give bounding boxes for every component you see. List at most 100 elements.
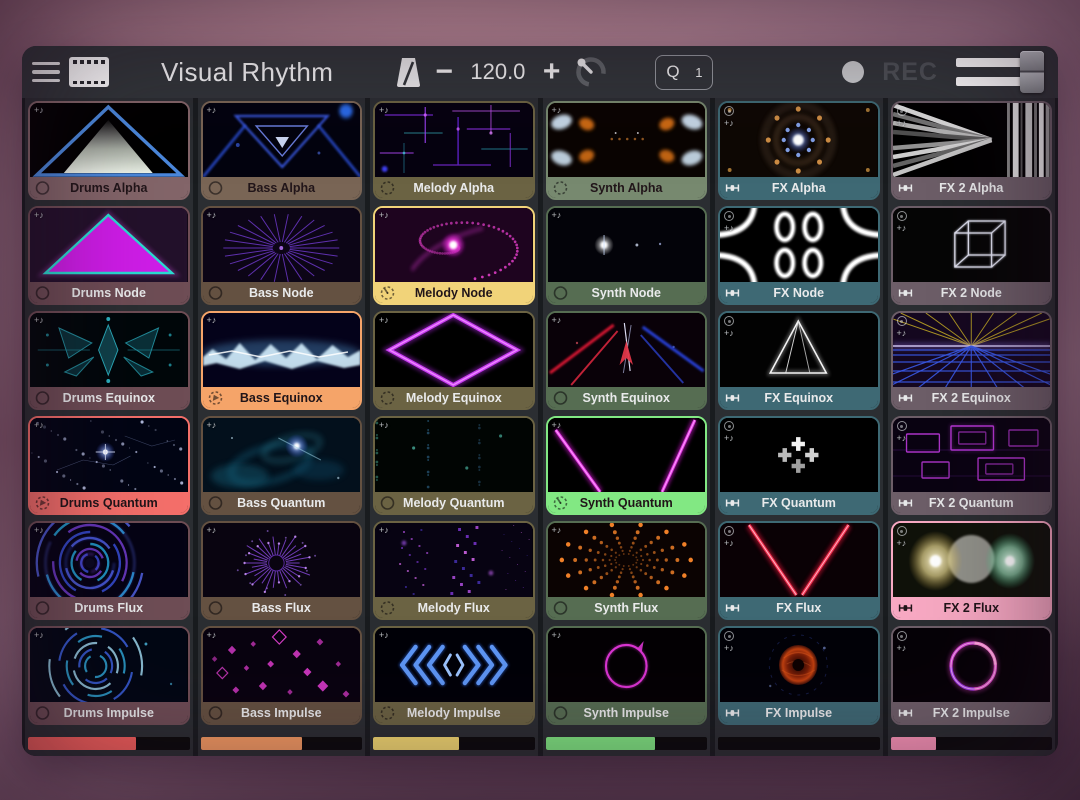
film-strip-icon[interactable] bbox=[69, 57, 109, 87]
clip-corner-icons: +♪ bbox=[34, 421, 44, 430]
clip-status-icon bbox=[35, 495, 50, 510]
clip-corner-icons: +♪ bbox=[897, 421, 907, 443]
clip-melody-quantum[interactable]: +♪Melody Quantum bbox=[373, 416, 535, 515]
master-fader[interactable] bbox=[956, 51, 1044, 93]
fx-badge-icon bbox=[897, 211, 907, 221]
clip-label-bar: Drums Node bbox=[30, 282, 188, 303]
clip-thumbnail: +♪ bbox=[893, 628, 1051, 702]
clip-status-icon bbox=[725, 600, 740, 615]
clip-thumbnail: +♪ bbox=[203, 313, 361, 387]
clip-drums-equinox[interactable]: +♪Drums Equinox bbox=[28, 311, 190, 410]
fader-knob[interactable] bbox=[1020, 51, 1044, 93]
clip-thumbnail: +♪ bbox=[893, 103, 1051, 177]
add-note-icon: +♪ bbox=[724, 119, 734, 128]
tempo-decrease-button[interactable]: − bbox=[435, 57, 453, 87]
track-progress-bar bbox=[201, 737, 363, 750]
record-indicator[interactable] bbox=[842, 61, 864, 83]
clip-bass-equinox[interactable]: +♪ Bass Equinox bbox=[201, 311, 363, 410]
clip-label-bar: Melody Flux bbox=[375, 597, 533, 618]
clip-melody-flux[interactable]: +♪ Melody Flux bbox=[373, 521, 535, 620]
clip-thumbnail: +♪ bbox=[893, 313, 1051, 387]
clip-fx-2-alpha[interactable]: +♪ FX 2 Alpha bbox=[891, 101, 1053, 200]
fx-badge-icon bbox=[897, 631, 907, 641]
clip-label-bar: FX Node bbox=[720, 282, 878, 303]
clip-label: FX 2 Node bbox=[941, 286, 1002, 300]
clip-thumbnail: +♪ bbox=[548, 313, 706, 387]
clip-fx-2-node[interactable]: +♪ FX 2 Node bbox=[891, 206, 1053, 305]
clip-bass-node[interactable]: +♪Bass Node bbox=[201, 206, 363, 305]
clip-synth-equinox[interactable]: +♪ Synth Equinox bbox=[546, 311, 708, 410]
clip-corner-icons: +♪ bbox=[724, 421, 734, 443]
quantize-box[interactable]: Q 1 bbox=[655, 55, 713, 90]
metronome-icon[interactable] bbox=[395, 56, 422, 89]
clip-label: Bass Equinox bbox=[240, 391, 323, 405]
clip-melody-node[interactable]: +♪Melody Node bbox=[373, 206, 535, 305]
clip-thumbnail: +♪ bbox=[30, 523, 188, 597]
clip-synth-quantum[interactable]: +♪ Synth Quantum bbox=[546, 416, 708, 515]
clip-label-bar: FX Flux bbox=[720, 597, 878, 618]
clip-fx-equinox[interactable]: +♪FX Equinox bbox=[718, 311, 880, 410]
clip-label-bar: FX Alpha bbox=[720, 177, 878, 198]
fx-badge-icon bbox=[724, 631, 734, 641]
clip-status-icon bbox=[898, 705, 913, 720]
clip-grid: +♪Drums Alpha+♪Drums Node+♪Drums Equinox… bbox=[22, 98, 1058, 756]
track-column-drums: +♪Drums Alpha+♪Drums Node+♪Drums Equinox… bbox=[25, 98, 193, 756]
clip-label: Drums Quantum bbox=[60, 496, 158, 510]
clip-bass-alpha[interactable]: +♪Bass Alpha bbox=[201, 101, 363, 200]
track-progress-fill bbox=[373, 737, 459, 750]
clip-synth-node[interactable]: +♪Synth Node bbox=[546, 206, 708, 305]
add-note-icon: +♪ bbox=[552, 421, 562, 430]
clip-fx-impulse[interactable]: +♪FX Impulse bbox=[718, 626, 880, 725]
clip-fx-2-quantum[interactable]: +♪FX 2 Quantum bbox=[891, 416, 1053, 515]
clip-drums-quantum[interactable]: +♪ Drums Quantum bbox=[28, 416, 190, 515]
tap-tempo-dial-icon[interactable] bbox=[573, 54, 609, 90]
clip-corner-icons: +♪ bbox=[724, 106, 734, 128]
clip-fx-2-equinox[interactable]: +♪FX 2 Equinox bbox=[891, 311, 1053, 410]
clip-bass-quantum[interactable]: +♪Bass Quantum bbox=[201, 416, 363, 515]
clip-drums-impulse[interactable]: +♪Drums Impulse bbox=[28, 626, 190, 725]
clip-status-icon bbox=[35, 600, 50, 615]
clip-label: Synth Equinox bbox=[583, 391, 671, 405]
clip-bass-flux[interactable]: +♪Bass Flux bbox=[201, 521, 363, 620]
clip-label: FX 2 Alpha bbox=[939, 181, 1003, 195]
add-note-icon: +♪ bbox=[552, 211, 562, 220]
clip-fx-alpha[interactable]: +♪ FX Alpha bbox=[718, 101, 880, 200]
clip-fx-node[interactable]: +♪ FX Node bbox=[718, 206, 880, 305]
tempo-value[interactable]: 120.0 bbox=[466, 59, 530, 85]
clip-fx-2-impulse[interactable]: +♪FX 2 Impulse bbox=[891, 626, 1053, 725]
clip-synth-flux[interactable]: +♪Synth Flux bbox=[546, 521, 708, 620]
clip-synth-alpha[interactable]: +♪Synth Alpha bbox=[546, 101, 708, 200]
clip-label-bar: Synth Quantum bbox=[548, 492, 706, 513]
clip-melody-alpha[interactable]: +♪Melody Alpha bbox=[373, 101, 535, 200]
add-note-icon: +♪ bbox=[34, 631, 44, 640]
clip-corner-icons: +♪ bbox=[379, 106, 389, 115]
clip-status-icon bbox=[553, 390, 568, 405]
clip-bass-impulse[interactable]: +♪Bass Impulse bbox=[201, 626, 363, 725]
clip-corner-icons: +♪ bbox=[897, 211, 907, 233]
clip-corner-icons: +♪ bbox=[207, 421, 217, 430]
add-note-icon: +♪ bbox=[34, 421, 44, 430]
clip-melody-impulse[interactable]: +♪Melody Impulse bbox=[373, 626, 535, 725]
clip-label: Melody Flux bbox=[418, 601, 490, 615]
add-note-icon: +♪ bbox=[379, 316, 389, 325]
clip-fx-2-flux[interactable]: +♪FX 2 Flux bbox=[891, 521, 1053, 620]
clip-synth-impulse[interactable]: +♪Synth Impulse bbox=[546, 626, 708, 725]
tempo-increase-button[interactable]: + bbox=[543, 57, 561, 87]
clip-corner-icons: +♪ bbox=[724, 211, 734, 233]
menu-icon[interactable] bbox=[32, 62, 60, 83]
add-note-icon: +♪ bbox=[379, 526, 389, 535]
clip-label-bar: Drums Flux bbox=[30, 597, 188, 618]
clip-status-icon bbox=[208, 600, 223, 615]
add-note-icon: +♪ bbox=[897, 224, 907, 233]
clip-drums-alpha[interactable]: +♪Drums Alpha bbox=[28, 101, 190, 200]
clip-drums-flux[interactable]: +♪Drums Flux bbox=[28, 521, 190, 620]
clip-thumbnail: +♪ bbox=[203, 418, 361, 492]
clip-corner-icons: +♪ bbox=[552, 421, 562, 430]
clip-corner-icons: +♪ bbox=[552, 526, 562, 535]
clip-fx-quantum[interactable]: +♪FX Quantum bbox=[718, 416, 880, 515]
clip-label-bar: Bass Node bbox=[203, 282, 361, 303]
add-note-icon: +♪ bbox=[34, 106, 44, 115]
clip-drums-node[interactable]: +♪Drums Node bbox=[28, 206, 190, 305]
clip-melody-equinox[interactable]: +♪Melody Equinox bbox=[373, 311, 535, 410]
clip-fx-flux[interactable]: +♪FX Flux bbox=[718, 521, 880, 620]
